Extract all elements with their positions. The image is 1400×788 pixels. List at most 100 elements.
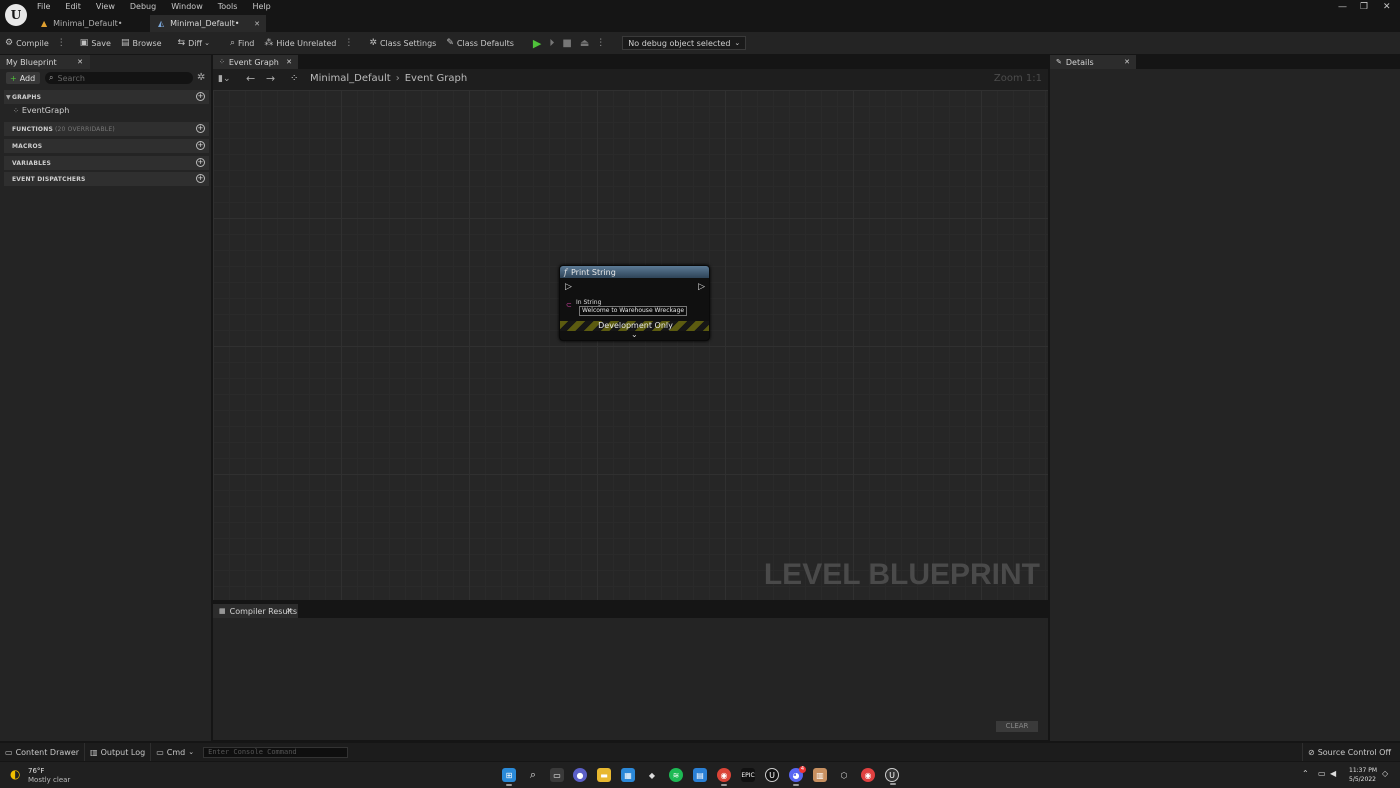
menu-window[interactable]: Window [166,0,208,14]
file-explorer-icon[interactable]: ▬ [597,768,611,782]
zoom-level: Zoom 1:1 [993,73,1042,84]
compile-options-icon[interactable]: ⋮ [54,38,69,48]
string-pin-icon[interactable]: ⊂ [566,301,572,309]
close-tab-icon[interactable]: ✕ [77,58,83,66]
archive-app-icon[interactable]: ▥ [813,768,827,782]
diff-button[interactable]: ⇆ Diff ⌄ [173,35,215,51]
expand-chevron-icon[interactable]: ⌄ [631,330,638,339]
find-button[interactable]: ⌕ Find [225,35,259,51]
clear-button[interactable]: CLEAR [996,721,1038,732]
class-settings-button[interactable]: ✲ Class Settings [364,35,441,51]
teams-chat-icon[interactable]: ● [573,768,587,782]
output-log-button[interactable]: ▥ Output Log [85,743,152,761]
minimize-button[interactable]: — [1338,2,1347,12]
add-function-icon[interactable]: + [196,124,205,133]
menu-view[interactable]: View [91,0,120,14]
content-drawer-button[interactable]: ▭ Content Drawer [0,743,86,761]
category-event-dispatchers[interactable]: EVENT DISPATCHERS + [4,172,209,186]
unreal-logo-icon[interactable]: U [5,4,27,26]
unreal-engine-icon[interactable]: U [765,768,779,782]
bookmark-icon[interactable]: ▮⌄ [218,74,231,84]
doc-tab-blueprint[interactable]: ◭ Minimal_Default• ✕ [150,15,266,32]
task-view-icon[interactable]: ▭ [550,768,564,782]
unreal-editor-icon[interactable]: U [885,768,899,785]
close-tab-icon[interactable]: ✕ [1124,58,1130,66]
color-app-icon[interactable]: ◉ [861,768,875,782]
graph-canvas[interactable]: f Print String ▷ ▷ ⊂ In String Welcome t… [213,90,1048,600]
category-macros[interactable]: MACROS + [4,139,209,153]
add-button[interactable]: + Add [6,72,40,84]
search-icon[interactable]: ⌕ [526,768,540,782]
category-graphs[interactable]: ▼ GRAPHS + [4,90,209,104]
spotify-icon[interactable]: ≋ [669,768,683,782]
add-event-dispatcher-icon[interactable]: + [196,174,205,183]
cmd-select[interactable]: ▭ Cmd ⌄ [151,743,199,761]
tab-compiler-results[interactable]: ▦ Compiler Results ✕ [213,604,298,618]
close-window-button[interactable]: ✕ [1383,2,1391,12]
menu-help[interactable]: Help [247,0,275,14]
graph-tab-bar: ⁘ Event Graph ✕ [213,55,1048,69]
console-command-input[interactable]: Enter Console Command [203,746,349,758]
tab-my-blueprint[interactable]: My Blueprint ✕ [0,55,90,69]
clock-date[interactable]: 5/5/2022 [1349,776,1376,783]
blueprint-toolbar: ⚙ Compile ⋮ ▣ Save ▤ Browse ⇆ Diff ⌄ ⌕ Find ⁂ H… [0,32,1400,54]
weather-moon-icon[interactable]: ◐ [10,767,20,781]
graph-item-eventgraph[interactable]: ⁘ EventGraph [13,106,69,115]
windows-start-icon[interactable]: ⊞ [502,768,516,786]
speaker-icon[interactable]: ◀ [1330,769,1336,778]
class-defaults-button[interactable]: ✎ Class Defaults [441,35,519,51]
debug-object-select[interactable]: No debug object selected ⌄ [622,36,747,50]
epic-games-icon[interactable]: EPIC [741,768,755,782]
menu-edit[interactable]: Edit [60,0,86,14]
category-functions[interactable]: FUNCTIONS (20 OVERRIDABLE) + [4,122,209,136]
back-arrow-icon[interactable]: ← [246,72,255,85]
step-icon[interactable]: ⏵ [545,38,558,49]
doc-tab-level[interactable]: ▲ Minimal_Default• [33,15,148,32]
breadcrumb-leaf[interactable]: Event Graph [405,73,468,84]
settings-gear-icon[interactable]: ✲ [197,72,205,83]
play-icon[interactable]: ▶ [529,37,545,50]
category-variables[interactable]: VARIABLES + [4,156,209,170]
exec-input-pin-icon[interactable]: ▷ [565,282,572,292]
my-blueprint-panel: My Blueprint ✕ + Add ⌕ Search ✲ ▼ GRAPHS +… [0,55,211,741]
stop-icon[interactable]: ■ [558,38,575,49]
chrome-icon[interactable]: ◉ [717,768,731,786]
menu-file[interactable]: File [32,0,55,14]
breadcrumb-root[interactable]: Minimal_Default [310,73,391,84]
hide-unrelated-options-icon[interactable]: ⋮ [341,38,356,48]
cube-app-icon[interactable]: ⬡ [837,768,851,782]
compile-button[interactable]: ⚙ Compile [0,35,54,51]
add-graph-icon[interactable]: + [196,92,205,101]
in-string-input[interactable]: Welcome to Warehouse Wreckage [579,306,688,316]
close-tab-icon[interactable]: ✕ [254,20,260,28]
clock-time[interactable]: 11:37 PM [1349,767,1377,774]
hide-unrelated-button[interactable]: ⁂ Hide Unrelated [259,35,341,51]
add-variable-icon[interactable]: + [196,158,205,167]
search-input[interactable]: ⌕ Search [45,72,193,84]
app-stack-icon[interactable]: ◆ [645,768,659,782]
exec-output-pin-icon[interactable]: ▷ [698,282,705,292]
notes-app-icon[interactable]: ▤ [693,768,707,782]
tab-details[interactable]: ✎ Details ✕ [1050,55,1136,69]
microsoft-store-icon[interactable]: ▦ [621,768,635,782]
menu-debug[interactable]: Debug [125,0,161,14]
add-macro-icon[interactable]: + [196,141,205,150]
forward-arrow-icon[interactable]: → [266,72,275,85]
source-control-button[interactable]: ⊘ Source Control Off [1302,743,1396,761]
network-icon[interactable]: ▭ [1318,769,1326,778]
close-tab-icon[interactable]: ✕ [286,607,292,615]
restore-button[interactable]: ❐ [1360,2,1368,12]
eject-icon[interactable]: ⏏ [576,38,593,49]
browse-button[interactable]: ▤ Browse [116,35,167,51]
chevron-up-icon[interactable]: ⌃ [1302,769,1309,778]
save-button[interactable]: ▣ Save [75,35,116,51]
close-tab-icon[interactable]: ✕ [286,58,292,66]
weather-description[interactable]: Mostly clear [28,776,70,784]
node-header[interactable]: f Print String [560,266,709,278]
notification-icon[interactable]: ◇ [1382,769,1388,778]
play-options-icon[interactable]: ⋮ [593,38,608,48]
tab-event-graph[interactable]: ⁘ Event Graph ✕ [213,55,298,69]
weather-temperature[interactable]: 76°F [28,767,44,775]
print-string-node[interactable]: f Print String ▷ ▷ ⊂ In String Welcome t… [559,265,710,341]
menu-tools[interactable]: Tools [213,0,243,14]
